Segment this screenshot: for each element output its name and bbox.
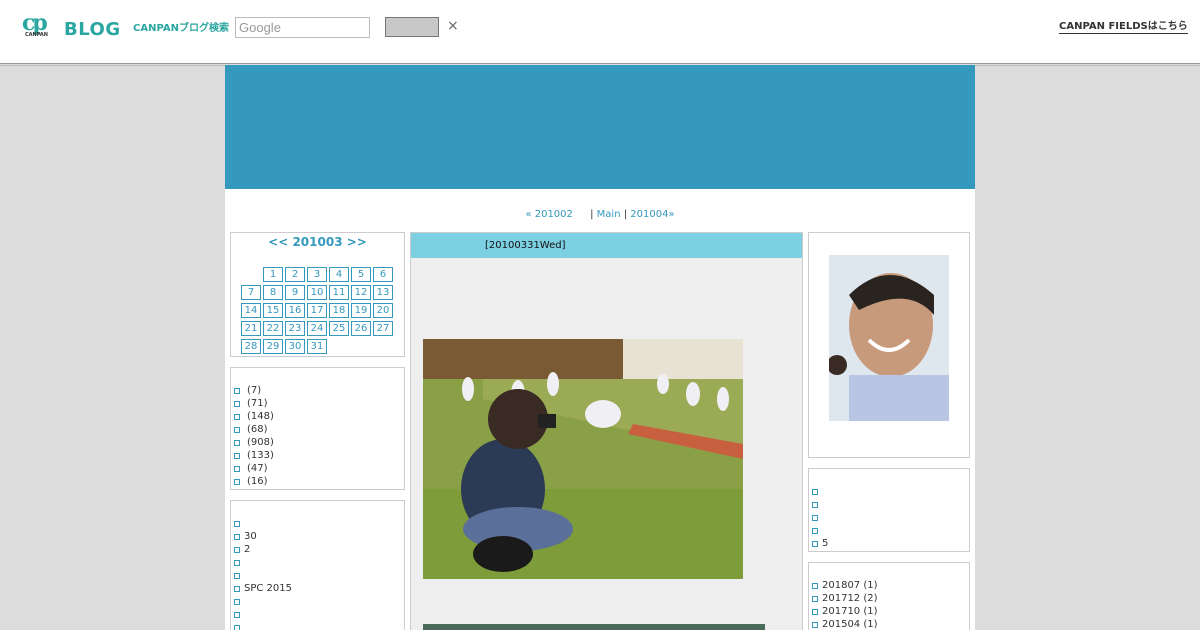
- blog-banner: [225, 65, 975, 189]
- recent-post-item[interactable]: [233, 556, 292, 569]
- category-list-box: (7) (71) (148) (68) (908) (133) (47) (16): [230, 367, 405, 490]
- calendar-day[interactable]: 15: [263, 303, 283, 318]
- category-item[interactable]: (16): [233, 475, 274, 488]
- calendar-day[interactable]: 16: [285, 303, 305, 318]
- category-item[interactable]: (148): [233, 410, 274, 423]
- recent-post-item[interactable]: SPC 2015: [233, 582, 292, 595]
- archive-item[interactable]: 201504 (1): [811, 618, 878, 630]
- archive-box: 201807 (1) 201712 (2) 201710 (1) 201504 (1): [808, 562, 970, 630]
- profile-box: [808, 232, 970, 458]
- calendar-day[interactable]: 30: [285, 339, 305, 354]
- calendar-day[interactable]: 14: [241, 303, 261, 318]
- recent-post-item[interactable]: [233, 621, 292, 630]
- calendar: << 201003 >> 1 2 3 4 5 6 7 8 9 10 11 12 13 14 15 16 17 18…: [230, 232, 405, 357]
- recent-posts-box: 30 2 SPC 2015: [230, 500, 405, 630]
- search-input[interactable]: Google: [235, 17, 370, 38]
- search-label: CANPANブログ検索: [133, 23, 229, 34]
- calendar-day[interactable]: 5: [351, 267, 371, 282]
- calendar-day[interactable]: 3: [307, 267, 327, 282]
- canpan-fields-link[interactable]: CANPAN FIELDSはこちら: [1059, 17, 1188, 34]
- post-date-header: [20100331Wed]: [411, 233, 802, 258]
- pager-separator: |: [590, 209, 594, 220]
- calendar-day[interactable]: 8: [263, 285, 283, 300]
- calendar-day[interactable]: 24: [307, 321, 327, 336]
- next-month-link[interactable]: 201004»: [630, 209, 674, 220]
- archive-list: 201807 (1) 201712 (2) 201710 (1) 201504 (1): [811, 579, 878, 630]
- calendar-day[interactable]: 23: [285, 321, 305, 336]
- logo-mark: cp: [22, 10, 48, 36]
- blog-container: « 201002 | Main | 201004» << 201003 >> 1…: [225, 65, 975, 630]
- recent-comment-item[interactable]: [811, 498, 828, 511]
- calendar-day[interactable]: 10: [307, 285, 327, 300]
- calendar-day[interactable]: 31: [307, 339, 327, 354]
- recent-comment-item[interactable]: [811, 511, 828, 524]
- archive-item[interactable]: 201710 (1): [811, 605, 878, 618]
- calendar-day[interactable]: 1: [263, 267, 283, 282]
- post-photo-second: [423, 624, 765, 630]
- calendar-day[interactable]: 25: [329, 321, 349, 336]
- recent-post-item[interactable]: [233, 569, 292, 582]
- calendar-day[interactable]: 17: [307, 303, 327, 318]
- category-item[interactable]: (47): [233, 462, 274, 475]
- recent-post-item[interactable]: [233, 517, 292, 530]
- calendar-day[interactable]: 9: [285, 285, 305, 300]
- calendar-day[interactable]: 2: [285, 267, 305, 282]
- calendar-day[interactable]: 20: [373, 303, 393, 318]
- recent-post-item[interactable]: [233, 595, 292, 608]
- pager-separator: |: [623, 209, 628, 220]
- month-pager: « 201002 | Main | 201004»: [225, 209, 975, 220]
- archive-item[interactable]: 201807 (1): [811, 579, 878, 592]
- calendar-day[interactable]: 11: [329, 285, 349, 300]
- calendar-day[interactable]: 4: [329, 267, 349, 282]
- recent-comments-box: 5: [808, 468, 970, 552]
- category-list: (7) (71) (148) (68) (908) (133) (47) (16): [233, 384, 274, 488]
- category-item[interactable]: (68): [233, 423, 274, 436]
- calendar-day[interactable]: 19: [351, 303, 371, 318]
- logo-text: BLOG: [64, 19, 121, 40]
- calendar-day[interactable]: 18: [329, 303, 349, 318]
- canpan-blog-logo[interactable]: cp CANPAN BLOG: [22, 12, 124, 40]
- calendar-day[interactable]: 7: [241, 285, 261, 300]
- calendar-day[interactable]: 26: [351, 321, 371, 336]
- calendar-day[interactable]: 12: [351, 285, 371, 300]
- recent-post-item[interactable]: 2: [233, 543, 292, 556]
- recent-posts-list: 30 2 SPC 2015: [233, 517, 292, 630]
- post-photo-judo: [423, 339, 743, 579]
- calendar-day[interactable]: 27: [373, 321, 393, 336]
- recent-post-item[interactable]: 30: [233, 530, 292, 543]
- calendar-day[interactable]: 21: [241, 321, 261, 336]
- calendar-day[interactable]: 6: [373, 267, 393, 282]
- close-icon[interactable]: ×: [447, 19, 459, 33]
- category-item[interactable]: (7): [233, 384, 274, 397]
- recent-post-item[interactable]: [233, 608, 292, 621]
- category-item[interactable]: (133): [233, 449, 274, 462]
- recent-comment-item[interactable]: [811, 524, 828, 537]
- main-link[interactable]: Main: [597, 209, 621, 220]
- calendar-day[interactable]: 13: [373, 285, 393, 300]
- search-button[interactable]: [385, 17, 439, 37]
- prev-month-link[interactable]: « 201002: [525, 209, 572, 220]
- recent-comments-list: 5: [811, 485, 828, 550]
- calendar-title[interactable]: << 201003 >>: [231, 235, 404, 249]
- recent-comment-item[interactable]: 5: [811, 537, 828, 550]
- calendar-day[interactable]: 28: [241, 339, 261, 354]
- calendar-day[interactable]: 29: [263, 339, 283, 354]
- profile-avatar[interactable]: [829, 255, 949, 421]
- category-item[interactable]: (908): [233, 436, 274, 449]
- category-item[interactable]: (71): [233, 397, 274, 410]
- recent-comment-item[interactable]: [811, 485, 828, 498]
- calendar-day[interactable]: 22: [263, 321, 283, 336]
- logo-small-text: CANPAN: [25, 32, 48, 38]
- blog-post: [20100331Wed]: [410, 232, 803, 630]
- archive-item[interactable]: 201712 (2): [811, 592, 878, 605]
- site-header: cp CANPAN BLOG CANPANブログ検索 Google × CANP…: [0, 0, 1200, 66]
